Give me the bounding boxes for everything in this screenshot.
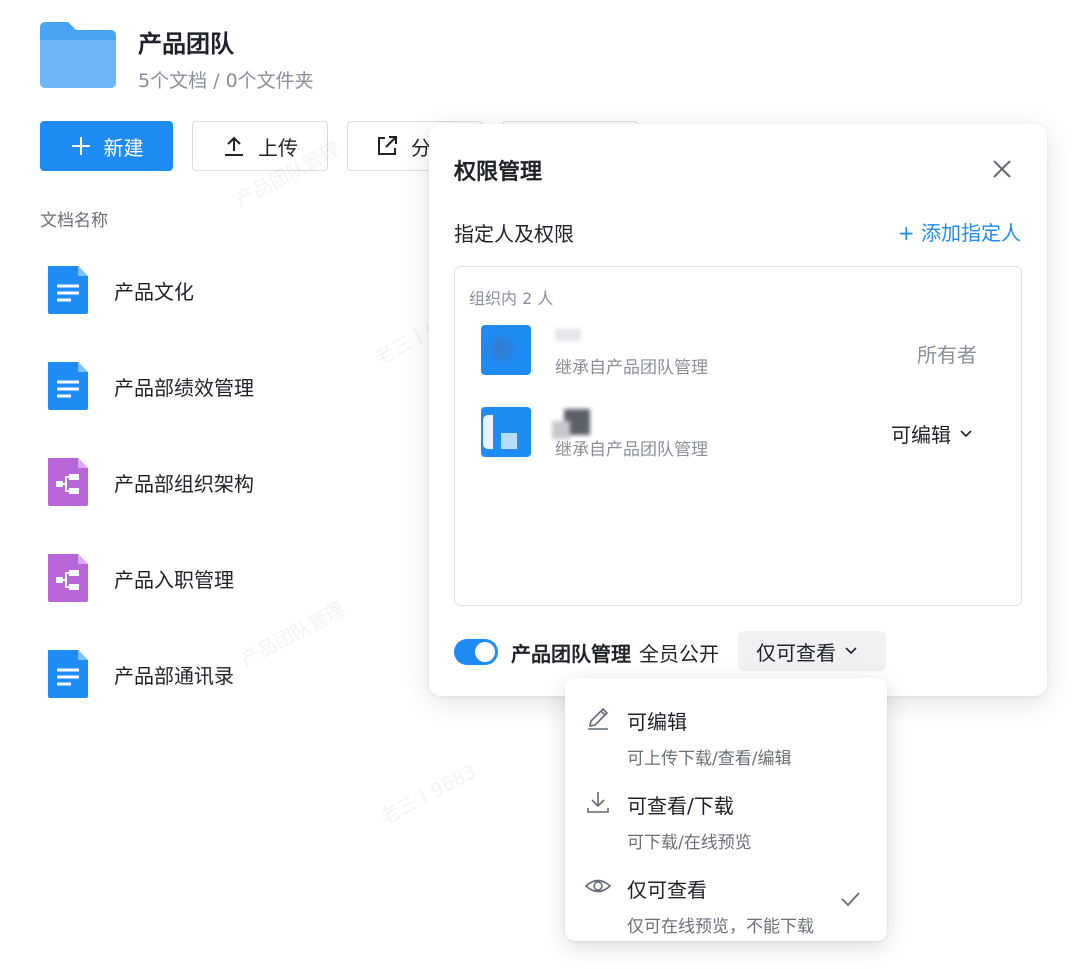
public-access-row: 产品团队管理 全员公开 <box>454 630 719 674</box>
public-access-toggle[interactable] <box>454 639 498 665</box>
permission-panel: 权限管理 指定人及权限 + 添加指定人 组织内 2 人 继承自产品团队管理 所有… <box>429 124 1047 696</box>
public-level-label: 仅可查看 <box>756 640 836 665</box>
plus-icon <box>71 137 90 155</box>
watermark: 产品团队管理 <box>237 598 349 672</box>
public-level-select[interactable]: 仅可查看 <box>738 631 886 671</box>
upload-button-label: 上传 <box>258 135 298 160</box>
option-can-edit[interactable]: 可编辑 可上传下载/查看/编辑 <box>565 690 887 774</box>
member-role-owner: 所有者 <box>917 343 977 367</box>
file-row[interactable]: 产品入职管理 <box>40 548 234 608</box>
member-name-redacted <box>555 329 581 341</box>
upload-icon <box>225 136 243 156</box>
mindmap-icon <box>48 554 88 602</box>
file-name: 产品入职管理 <box>114 567 234 592</box>
new-button-label: 新建 <box>103 135 144 160</box>
option-title: 仅可查看 <box>627 878 707 902</box>
chevron-down-icon <box>845 647 857 655</box>
add-assignee-link[interactable]: + 添加指定人 <box>898 217 1021 246</box>
member-list: 组织内 2 人 继承自产品团队管理 所有者 继承自产品团队管理 可编辑 <box>454 266 1022 606</box>
member-inherit-text: 继承自产品团队管理 <box>555 358 708 378</box>
file-name: 产品部绩效管理 <box>114 375 254 400</box>
column-header-name: 文档名称 <box>40 211 108 231</box>
option-title: 可编辑 <box>627 710 687 734</box>
public-access-label: 全员公开 <box>639 641 719 666</box>
close-icon[interactable] <box>991 158 1013 180</box>
download-icon <box>587 792 609 813</box>
member-role-select[interactable]: 可编辑 <box>891 419 973 448</box>
member-inherit-text: 继承自产品团队管理 <box>555 440 708 460</box>
group-count-label: 组织内 2 人 <box>469 289 554 308</box>
folder-title: 产品团队 <box>138 30 234 58</box>
chevron-down-icon <box>960 429 972 437</box>
eye-icon <box>584 879 612 893</box>
permission-level-dropdown: 可编辑 可上传下载/查看/编辑 可查看/下载 可下载/在线预览 仅可查看 仅可在… <box>565 678 887 941</box>
check-icon <box>841 892 860 907</box>
share-icon <box>378 136 397 155</box>
member-role-label: 可编辑 <box>891 423 951 447</box>
file-row[interactable]: 产品部通讯录 <box>40 644 234 704</box>
folder-summary: 5个文档 / 0个文件夹 <box>138 70 314 92</box>
mindmap-icon <box>48 458 88 506</box>
panel-title: 权限管理 <box>454 160 543 185</box>
avatar <box>481 407 531 457</box>
document-icon <box>48 362 88 410</box>
file-row[interactable]: 产品文化 <box>40 260 194 320</box>
option-view-download[interactable]: 可查看/下载 可下载/在线预览 <box>565 774 887 858</box>
share-button-label: 分 <box>411 135 431 160</box>
folder-icon <box>40 22 116 88</box>
option-title: 可查看/下载 <box>627 794 734 818</box>
upload-button[interactable]: 上传 <box>192 121 328 171</box>
watermark: 老三丨9683 <box>376 760 481 830</box>
document-icon <box>48 266 88 314</box>
file-name: 产品部通讯录 <box>114 663 234 688</box>
assignee-section-label: 指定人及权限 <box>454 222 574 246</box>
file-name: 产品文化 <box>114 279 194 304</box>
file-row[interactable]: 产品部绩效管理 <box>40 356 254 416</box>
document-icon <box>48 650 88 698</box>
option-description: 可上传下载/查看/编辑 <box>627 749 792 769</box>
option-description: 可下载/在线预览 <box>627 833 752 853</box>
file-row[interactable]: 产品部组织架构 <box>40 452 254 512</box>
file-name: 产品部组织架构 <box>114 471 254 496</box>
public-group-name: 产品团队管理 <box>511 641 631 666</box>
pencil-icon <box>588 707 609 730</box>
avatar <box>481 325 531 375</box>
new-button[interactable]: 新建 <box>40 121 173 171</box>
option-description: 仅可在线预览，不能下载 <box>627 917 814 937</box>
option-view-only[interactable]: 仅可查看 仅可在线预览，不能下载 <box>565 858 887 942</box>
